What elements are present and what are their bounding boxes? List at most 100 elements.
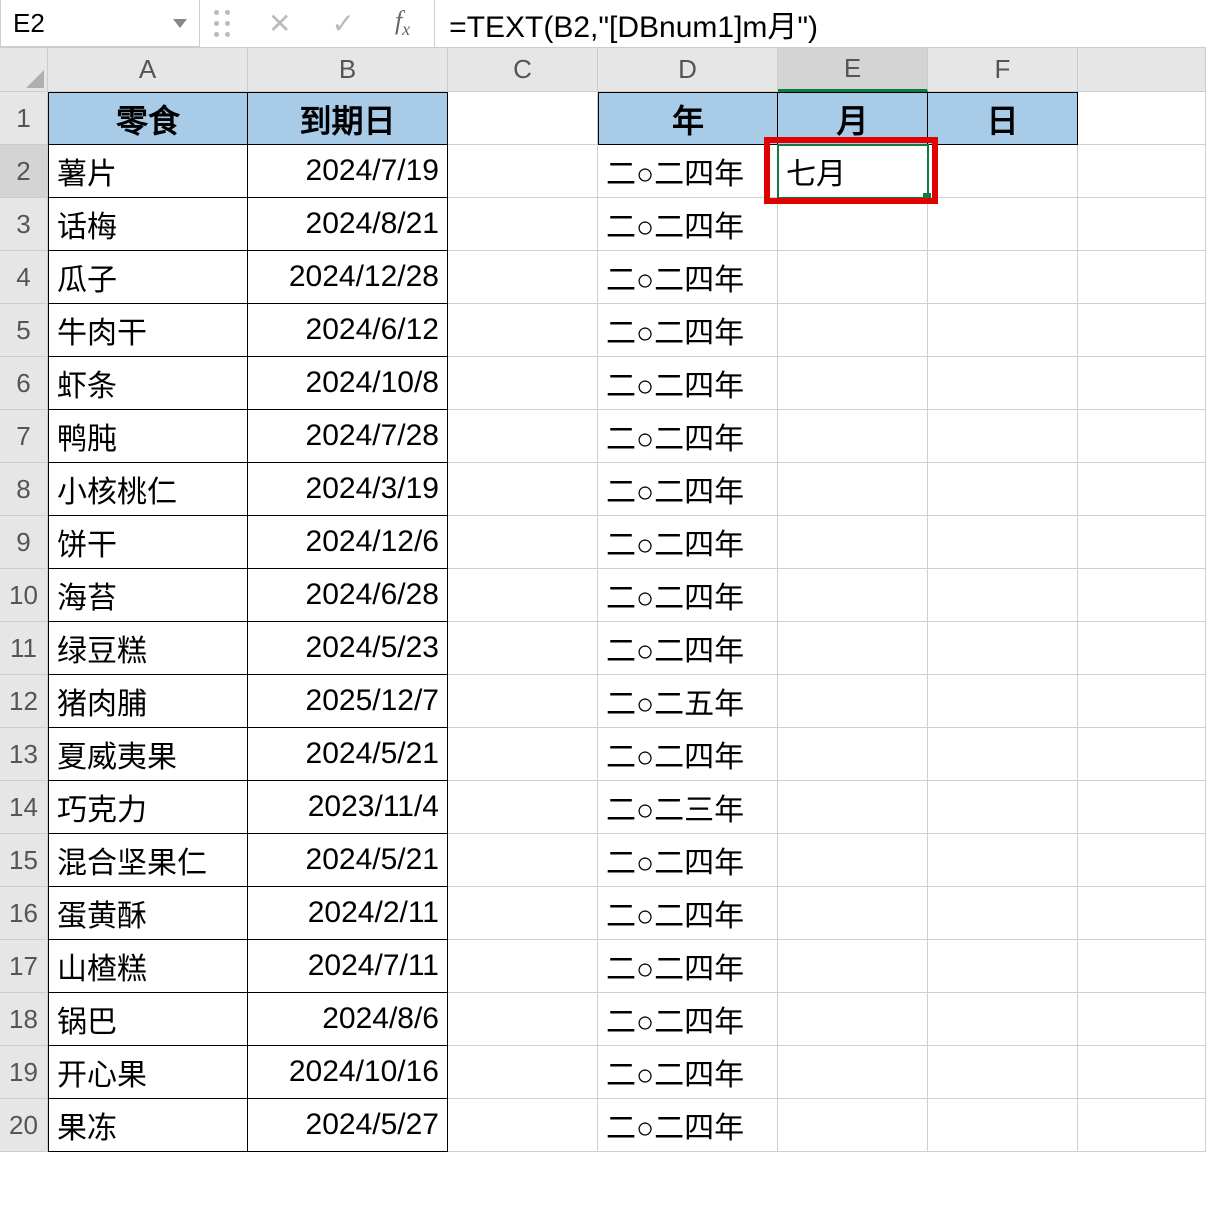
col-head-C[interactable]: C — [448, 48, 598, 92]
cell-E6[interactable] — [778, 357, 928, 410]
cell-A7[interactable]: 鸭肫 — [48, 410, 248, 463]
cell-extra-11[interactable] — [1078, 622, 1206, 675]
cell-F18[interactable] — [928, 993, 1078, 1046]
cell-F19[interactable] — [928, 1046, 1078, 1099]
cell-extra-8[interactable] — [1078, 463, 1206, 516]
cell-C4[interactable] — [448, 251, 598, 304]
cell-D18[interactable]: 二○二四年 — [598, 993, 778, 1046]
cancel-icon[interactable]: ✕ — [262, 7, 297, 40]
cell-E1[interactable]: 月 — [778, 92, 928, 145]
cell-C18[interactable] — [448, 993, 598, 1046]
cell-F12[interactable] — [928, 675, 1078, 728]
cell-C15[interactable] — [448, 834, 598, 887]
chevron-down-icon[interactable] — [173, 19, 187, 28]
cell-A19[interactable]: 开心果 — [48, 1046, 248, 1099]
cell-D4[interactable]: 二○二四年 — [598, 251, 778, 304]
row-head-7[interactable]: 7 — [0, 410, 48, 463]
cell-F6[interactable] — [928, 357, 1078, 410]
cell-D17[interactable]: 二○二四年 — [598, 940, 778, 993]
col-head-E[interactable]: E — [778, 48, 928, 92]
cell-B14[interactable]: 2023/11/4 — [248, 781, 448, 834]
cell-B2[interactable]: 2024/7/19 — [248, 145, 448, 198]
cell-F13[interactable] — [928, 728, 1078, 781]
cell-B15[interactable]: 2024/5/21 — [248, 834, 448, 887]
row-head-15[interactable]: 15 — [0, 834, 48, 887]
row-head-14[interactable]: 14 — [0, 781, 48, 834]
row-head-4[interactable]: 4 — [0, 251, 48, 304]
cell-A2[interactable]: 薯片 — [48, 145, 248, 198]
cell-F16[interactable] — [928, 887, 1078, 940]
name-box[interactable]: E2 — [0, 0, 200, 47]
cell-B20[interactable]: 2024/5/27 — [248, 1099, 448, 1152]
cell-extra-19[interactable] — [1078, 1046, 1206, 1099]
cell-E14[interactable] — [778, 781, 928, 834]
cell-A16[interactable]: 蛋黄酥 — [48, 887, 248, 940]
row-head-18[interactable]: 18 — [0, 993, 48, 1046]
cell-E10[interactable] — [778, 569, 928, 622]
cell-E17[interactable] — [778, 940, 928, 993]
cell-extra-18[interactable] — [1078, 993, 1206, 1046]
cell-B19[interactable]: 2024/10/16 — [248, 1046, 448, 1099]
cell-D2[interactable]: 二○二四年 — [598, 145, 778, 198]
cell-extra-14[interactable] — [1078, 781, 1206, 834]
cell-E5[interactable] — [778, 304, 928, 357]
cell-C3[interactable] — [448, 198, 598, 251]
cell-A6[interactable]: 虾条 — [48, 357, 248, 410]
cell-E9[interactable] — [778, 516, 928, 569]
cell-A12[interactable]: 猪肉脯 — [48, 675, 248, 728]
cell-D5[interactable]: 二○二四年 — [598, 304, 778, 357]
cell-B5[interactable]: 2024/6/12 — [248, 304, 448, 357]
row-head-12[interactable]: 12 — [0, 675, 48, 728]
cell-F3[interactable] — [928, 198, 1078, 251]
row-head-2[interactable]: 2 — [0, 145, 48, 198]
cell-D13[interactable]: 二○二四年 — [598, 728, 778, 781]
cell-E8[interactable] — [778, 463, 928, 516]
row-head-6[interactable]: 6 — [0, 357, 48, 410]
cell-B4[interactable]: 2024/12/28 — [248, 251, 448, 304]
cell-B3[interactable]: 2024/8/21 — [248, 198, 448, 251]
cell-C6[interactable] — [448, 357, 598, 410]
col-head-A[interactable]: A — [48, 48, 248, 92]
cell-C12[interactable] — [448, 675, 598, 728]
cell-extra-2[interactable] — [1078, 145, 1206, 198]
cell-D11[interactable]: 二○二四年 — [598, 622, 778, 675]
cell-D10[interactable]: 二○二四年 — [598, 569, 778, 622]
cell-A9[interactable]: 饼干 — [48, 516, 248, 569]
cell-E2[interactable]: 七月 — [778, 145, 928, 198]
cell-E16[interactable] — [778, 887, 928, 940]
cell-E7[interactable] — [778, 410, 928, 463]
cell-C5[interactable] — [448, 304, 598, 357]
cell-extra-7[interactable] — [1078, 410, 1206, 463]
cell-B17[interactable]: 2024/7/11 — [248, 940, 448, 993]
cell-F17[interactable] — [928, 940, 1078, 993]
cell-E4[interactable] — [778, 251, 928, 304]
cell-F9[interactable] — [928, 516, 1078, 569]
cell-A13[interactable]: 夏威夷果 — [48, 728, 248, 781]
col-head-D[interactable]: D — [598, 48, 778, 92]
cell-extra-4[interactable] — [1078, 251, 1206, 304]
cell-extra-16[interactable] — [1078, 887, 1206, 940]
cell-E18[interactable] — [778, 993, 928, 1046]
drag-handle-icon[interactable] — [200, 10, 244, 37]
cell-E3[interactable] — [778, 198, 928, 251]
cell-E12[interactable] — [778, 675, 928, 728]
row-head-10[interactable]: 10 — [0, 569, 48, 622]
cell-D9[interactable]: 二○二四年 — [598, 516, 778, 569]
cell-A8[interactable]: 小核桃仁 — [48, 463, 248, 516]
cell-C1[interactable] — [448, 92, 598, 145]
cell-C14[interactable] — [448, 781, 598, 834]
cell-F14[interactable] — [928, 781, 1078, 834]
fx-icon[interactable]: fx — [389, 6, 416, 40]
cell-extra-6[interactable] — [1078, 357, 1206, 410]
cell-F15[interactable] — [928, 834, 1078, 887]
cell-A20[interactable]: 果冻 — [48, 1099, 248, 1152]
cell-B13[interactable]: 2024/5/21 — [248, 728, 448, 781]
spreadsheet-grid[interactable]: ABCDEF1零食到期日年月日2薯片2024/7/19二○二四年七月3话梅202… — [0, 48, 1206, 1152]
cell-A17[interactable]: 山楂糕 — [48, 940, 248, 993]
cell-A14[interactable]: 巧克力 — [48, 781, 248, 834]
cell-C10[interactable] — [448, 569, 598, 622]
cell-F20[interactable] — [928, 1099, 1078, 1152]
cell-D8[interactable]: 二○二四年 — [598, 463, 778, 516]
cell-B8[interactable]: 2024/3/19 — [248, 463, 448, 516]
col-head-B[interactable]: B — [248, 48, 448, 92]
